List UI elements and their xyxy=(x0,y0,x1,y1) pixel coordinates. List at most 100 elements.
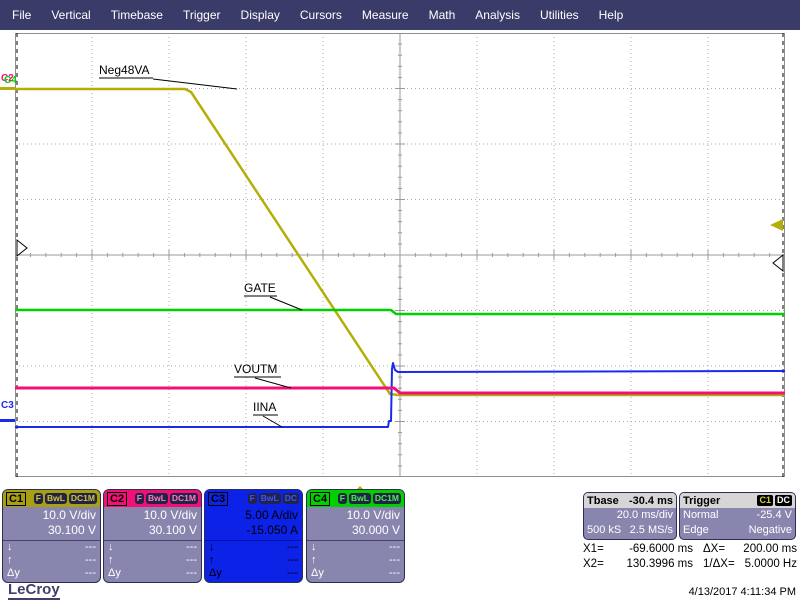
menu-item-cursors[interactable]: Cursors xyxy=(290,8,352,22)
coupling-badge: DC1M xyxy=(169,493,198,504)
cursor-x2-handle-icon[interactable] xyxy=(772,253,784,273)
trigger-source-badge: C1 xyxy=(757,495,773,506)
channel-header: C1 F BwL DC1M xyxy=(3,490,100,507)
channel-measure-rows: ↓ --- ↑ --- Δy --- xyxy=(205,540,302,580)
trigger-panel[interactable]: Trigger C1 DC Normal -25.4 V Edge Negati… xyxy=(679,492,796,540)
channel-marker-c4[interactable]: C4 xyxy=(4,76,17,86)
trigger-coupling-badge: DC xyxy=(775,495,792,506)
lecroy-logo: LeCroy xyxy=(8,581,60,600)
channel-header: C3 F BwL DC xyxy=(205,490,302,507)
channel-box-c1[interactable]: C1 F BwL DC1M 10.0 V/div 30.100 V ↓ --- ↑… xyxy=(2,489,101,583)
delta-y-icon: Δy xyxy=(209,567,222,579)
bandwidth-limit-badge: BwL xyxy=(145,493,168,504)
cursor-dx-label: ΔX= xyxy=(703,543,726,555)
channel-id: C2 xyxy=(107,491,128,506)
menu-item-math[interactable]: Math xyxy=(419,8,466,22)
coupling-badge: DC1M xyxy=(68,493,97,504)
menu-item-display[interactable]: Display xyxy=(231,8,290,22)
max-value: --- xyxy=(85,554,96,566)
trigger-mode: Normal xyxy=(683,509,719,521)
trigger-level-marker-icon[interactable] xyxy=(770,219,783,231)
bandwidth-limit-badge: BwL xyxy=(44,493,67,504)
min-value: --- xyxy=(85,541,96,553)
menu-item-timebase[interactable]: Timebase xyxy=(101,8,173,22)
bandwidth-limit-badge: BwL xyxy=(258,493,281,504)
menu-item-vertical[interactable]: Vertical xyxy=(41,8,100,22)
cursor-dx-value: 200.00 ms xyxy=(743,543,797,555)
trace-label-voutm[interactable]: VOUTM xyxy=(234,362,277,376)
cursor-inv-dx-value: 5.0000 Hz xyxy=(744,558,797,570)
channel-measure-rows: ↓ --- ↑ --- Δy --- xyxy=(3,540,100,580)
max-value: --- xyxy=(389,554,400,566)
min-value: --- xyxy=(186,541,197,553)
channel-box-c4[interactable]: C4 F BwL DC1M 10.0 V/div 30.000 V ↓ --- ↑… xyxy=(306,489,405,583)
min-arrow-icon: ↓ xyxy=(7,541,13,553)
cursor-readout: X1= -69.6000 ms ΔX= 200.00 ms X2= 130.3996 … xyxy=(583,543,797,573)
trace-label-iina[interactable]: IINA xyxy=(253,400,276,414)
menu-item-file[interactable]: File xyxy=(2,8,41,22)
min-arrow-icon: ↓ xyxy=(311,541,317,553)
channel-offset: 30.100 V xyxy=(148,523,197,537)
min-value: --- xyxy=(389,541,400,553)
channel-header: C4 F BwL DC1M xyxy=(307,490,404,507)
channel-id: C4 xyxy=(310,491,331,506)
trace-label-gate[interactable]: GATE xyxy=(244,281,276,295)
menu-item-help[interactable]: Help xyxy=(589,8,634,22)
channel-badges: F BwL DC xyxy=(247,493,299,504)
trace-label-pointer xyxy=(269,296,303,311)
timebase-samples: 500 kS xyxy=(587,524,622,536)
trace-stub xyxy=(0,419,15,422)
channel-header: C2 F BwL DC1M xyxy=(104,490,201,507)
channel-id: C3 xyxy=(208,491,229,506)
delta-y-value: --- xyxy=(389,567,400,579)
menu-bar: File Vertical Timebase Trigger Display Cursor… xyxy=(0,0,800,30)
timebase-sample-rate: 2.5 MS/s xyxy=(629,524,673,536)
menu-item-utilities[interactable]: Utilities xyxy=(530,8,589,22)
channel-scale: 5.00 A/div xyxy=(245,508,298,522)
channel-offset: 30.100 V xyxy=(47,523,96,537)
filter-badge: F xyxy=(134,493,144,504)
channel-box-c3[interactable]: C3 F BwL DC 5.00 A/div -15.050 A ↓ --- ↑ -… xyxy=(204,489,303,583)
channel-box-c2[interactable]: C2 F BwL DC1M 10.0 V/div 30.100 V ↓ --- ↑… xyxy=(103,489,202,583)
channel-scale: 10.0 V/div xyxy=(346,508,400,522)
delta-y-value: --- xyxy=(186,567,197,579)
filter-badge: F xyxy=(337,493,347,504)
channel-badges: F BwL DC1M xyxy=(33,493,97,504)
channel-badges: F BwL DC1M xyxy=(134,493,198,504)
channel-badges: F BwL DC1M xyxy=(337,493,401,504)
channel-scale: 10.0 V/div xyxy=(42,508,96,522)
menu-item-analysis[interactable]: Analysis xyxy=(465,8,530,22)
timebase-scale: 20.0 ms/div xyxy=(616,509,673,521)
waveform-display[interactable]: Neg48VA GATE VOUTM IINA xyxy=(15,33,785,477)
trace-label-pointer xyxy=(152,78,238,90)
timebase-panel[interactable]: Tbase -30.4 ms 20.0 ms/div 500 kS 2.5 MS… xyxy=(583,492,677,540)
channel-marker-c3[interactable]: C3 xyxy=(1,401,14,411)
channel-offset: -15.050 A xyxy=(246,523,298,537)
trigger-slope: Negative xyxy=(748,524,792,536)
channel-offset: 30.000 V xyxy=(351,523,400,537)
min-value: --- xyxy=(287,541,298,553)
delta-y-icon: Δy xyxy=(311,567,324,579)
menu-item-measure[interactable]: Measure xyxy=(352,8,419,22)
cursor-inv-dx-label: 1/ΔX= xyxy=(703,558,735,570)
max-value: --- xyxy=(186,554,197,566)
cursor-x1-label: X1= xyxy=(583,543,604,555)
coupling-badge: DC xyxy=(282,493,299,504)
delta-y-icon: Δy xyxy=(7,567,20,579)
trace-label-neg48va[interactable]: Neg48VA xyxy=(99,63,149,77)
waveform-grid[interactable]: Neg48VA GATE VOUTM IINA xyxy=(15,33,785,477)
channel-measure-rows: ↓ --- ↑ --- Δy --- xyxy=(104,540,201,580)
min-arrow-icon: ↓ xyxy=(108,541,114,553)
delta-y-icon: Δy xyxy=(108,567,121,579)
cursor-x1-handle-icon[interactable] xyxy=(16,238,28,258)
filter-badge: F xyxy=(247,493,257,504)
cursor-x2-label: X2= xyxy=(583,558,604,570)
channel-scale: 10.0 V/div xyxy=(143,508,197,522)
bandwidth-limit-badge: BwL xyxy=(348,493,371,504)
trigger-label: Trigger xyxy=(683,494,721,507)
max-arrow-icon: ↑ xyxy=(7,554,13,566)
min-arrow-icon: ↓ xyxy=(209,541,215,553)
max-arrow-icon: ↑ xyxy=(108,554,114,566)
max-value: --- xyxy=(287,554,298,566)
menu-item-trigger[interactable]: Trigger xyxy=(173,8,231,22)
